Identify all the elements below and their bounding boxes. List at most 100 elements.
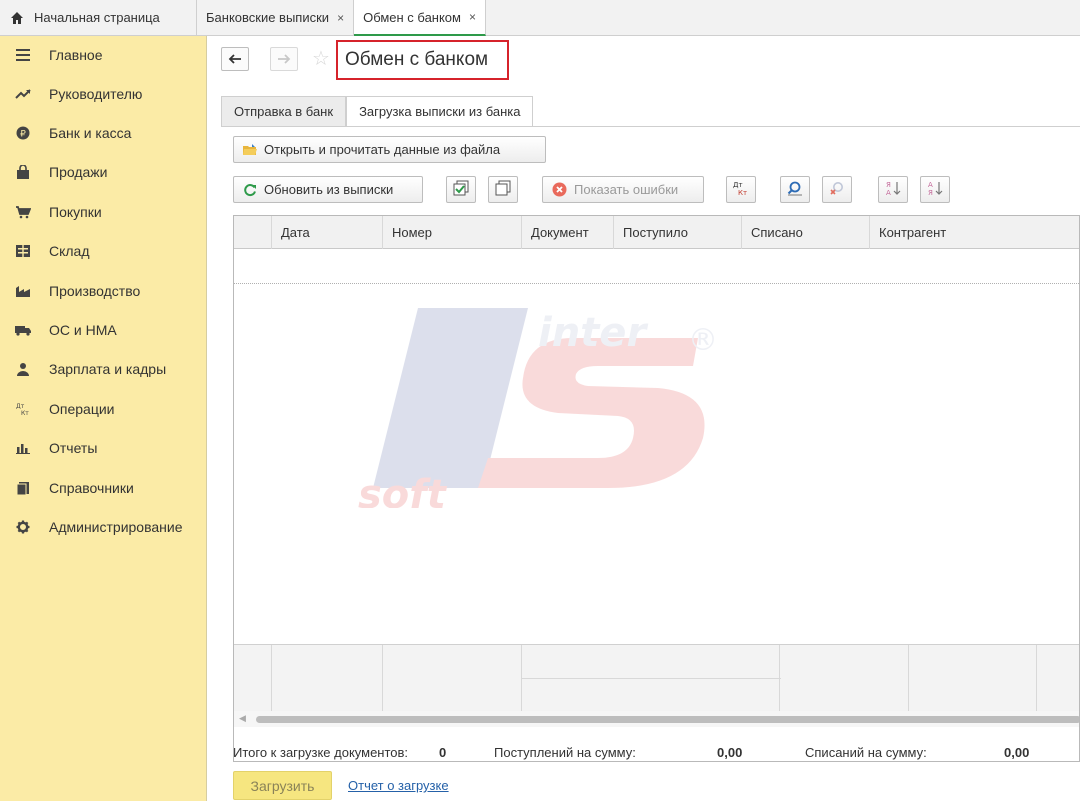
- search-icon: [787, 180, 803, 199]
- close-icon[interactable]: ×: [337, 11, 344, 25]
- sidebar-item-bank[interactable]: ₽ Банк и касса: [0, 121, 207, 145]
- star-icon[interactable]: ☆: [312, 47, 330, 71]
- horizontal-scrollbar[interactable]: ◀: [234, 711, 1079, 727]
- main-panel: ☆ Обмен с банком Отправка в банк Загрузк…: [208, 36, 1080, 801]
- uncheck-all-button[interactable]: [488, 176, 518, 203]
- check-all-button[interactable]: [446, 176, 476, 203]
- svg-text:Дт: Дт: [16, 403, 25, 410]
- sidebar-item-label: Склад: [49, 243, 90, 259]
- sidebar-item-salary[interactable]: Зарплата и кадры: [0, 357, 207, 381]
- tab-load-statement[interactable]: Загрузка выписки из банка: [346, 96, 534, 127]
- sort-asc-button[interactable]: ЯА: [878, 176, 908, 203]
- refresh-icon: [242, 182, 258, 198]
- books-icon: [14, 479, 32, 497]
- error-icon: [551, 182, 567, 198]
- open-file-button[interactable]: Открыть и прочитать данные из файла: [233, 136, 546, 163]
- sidebar-item-manager[interactable]: Руководителю: [0, 82, 207, 106]
- column-header-document[interactable]: Документ: [521, 216, 613, 249]
- footer-cell: [1036, 645, 1037, 712]
- tab-bank-exchange[interactable]: Обмен с банком ×: [354, 0, 486, 36]
- sidebar-item-reports[interactable]: Отчеты: [0, 436, 207, 460]
- footer-cell: [521, 645, 781, 712]
- close-icon[interactable]: ×: [469, 10, 476, 24]
- find-button[interactable]: [780, 176, 810, 203]
- sidebar-item-operations[interactable]: Дт Кт Операции: [0, 397, 207, 421]
- svg-text:₽: ₽: [20, 130, 26, 140]
- sidebar-item-label: Руководителю: [49, 86, 143, 102]
- show-errors-label: Показать ошибки: [574, 182, 679, 197]
- checkbox-column-header[interactable]: [234, 216, 271, 249]
- back-button[interactable]: [221, 47, 249, 71]
- sidebar-item-label: Операции: [49, 401, 115, 417]
- sidebar-item-label: Главное: [49, 47, 103, 63]
- refresh-button[interactable]: Обновить из выписки: [233, 176, 423, 203]
- sort-desc-icon: АЯ: [927, 180, 943, 199]
- form-tabs: Отправка в банк Загрузка выписки из банк…: [221, 96, 534, 127]
- load-button[interactable]: Загрузить: [233, 771, 332, 800]
- row-separator: [234, 283, 1079, 284]
- sidebar-item-production[interactable]: Производство: [0, 279, 207, 303]
- check-all-icon: [453, 180, 469, 199]
- load-report-link[interactable]: Отчет о загрузке: [348, 778, 449, 793]
- home-icon: [10, 11, 24, 25]
- svg-text:Кт: Кт: [21, 410, 29, 416]
- svg-text:А: А: [886, 189, 891, 196]
- scroll-left-icon[interactable]: ◀: [239, 713, 246, 724]
- income-value: 0,00: [717, 745, 743, 760]
- sidebar-item-label: Администрирование: [49, 519, 183, 535]
- income-label: Поступлений на сумму:: [494, 745, 636, 760]
- column-label: Дата: [281, 225, 310, 240]
- open-file-label: Открыть и прочитать данные из файла: [264, 142, 501, 157]
- column-header-expense[interactable]: Списано: [741, 216, 869, 249]
- column-header-income[interactable]: Поступило: [613, 216, 741, 249]
- scrollbar-thumb[interactable]: [256, 716, 1079, 723]
- sort-desc-button[interactable]: АЯ: [920, 176, 950, 203]
- sidebar-item-purchases[interactable]: Покупки: [0, 200, 207, 224]
- show-errors-button[interactable]: Показать ошибки: [542, 176, 704, 203]
- cancel-search-button[interactable]: [822, 176, 852, 203]
- footer-cell: [382, 645, 383, 712]
- sidebar-item-main[interactable]: Главное: [0, 43, 207, 67]
- forward-button[interactable]: [270, 47, 298, 71]
- sidebar-item-assets[interactable]: ОС и НМА: [0, 318, 207, 342]
- sidebar: Главное Руководителю ₽ Банк и касса Прод…: [0, 36, 207, 801]
- table-footer: [234, 644, 1079, 712]
- sidebar-item-sales[interactable]: Продажи: [0, 160, 207, 184]
- dt-kt-icon: Дт Кт: [14, 400, 32, 418]
- sidebar-item-label: Продажи: [49, 164, 108, 180]
- sidebar-item-references[interactable]: Справочники: [0, 476, 207, 500]
- sidebar-item-admin[interactable]: Администрирование: [0, 515, 207, 539]
- truck-icon: [14, 321, 32, 339]
- sidebar-item-warehouse[interactable]: Склад: [0, 239, 207, 263]
- dt-kt-icon: Дт Кт: [732, 180, 750, 199]
- sidebar-item-label: ОС и НМА: [49, 322, 117, 338]
- tab-send-to-bank[interactable]: Отправка в банк: [221, 96, 347, 127]
- page-title-text: Обмен с банком: [345, 49, 489, 70]
- tabs-divider: [221, 126, 1080, 127]
- tab-label: Загрузка выписки из банка: [359, 104, 521, 119]
- svg-text:Кт: Кт: [738, 189, 747, 196]
- column-header-date[interactable]: Дата: [271, 216, 382, 249]
- home-tab[interactable]: Начальная страница: [0, 0, 197, 35]
- person-icon: [14, 360, 32, 378]
- tab-label: Банковские выписки: [206, 10, 330, 25]
- svg-text:А: А: [928, 181, 933, 189]
- uncheck-all-icon: [495, 180, 511, 199]
- home-tab-label: Начальная страница: [34, 10, 160, 25]
- factory-icon: [14, 282, 32, 300]
- cancel-search-icon: [829, 180, 845, 199]
- page-title: Обмен с банком: [336, 40, 509, 80]
- tab-label: Обмен с банком: [363, 9, 461, 25]
- expense-label: Списаний на сумму:: [805, 745, 927, 760]
- footer-cell: [271, 645, 272, 712]
- tab-bank-statements[interactable]: Банковские выписки ×: [197, 0, 355, 35]
- column-label: Списано: [751, 225, 803, 240]
- top-tab-bar: Начальная страница Банковские выписки × …: [0, 0, 1080, 36]
- dt-kt-button[interactable]: Дт Кт: [726, 176, 756, 203]
- column-header-counterparty[interactable]: Контрагент: [869, 216, 1079, 249]
- tab-label: Отправка в банк: [234, 104, 334, 119]
- footer-cell: [908, 645, 909, 712]
- column-header-number[interactable]: Номер: [382, 216, 521, 249]
- menu-icon: [14, 46, 32, 64]
- load-button-label: Загрузить: [250, 777, 315, 794]
